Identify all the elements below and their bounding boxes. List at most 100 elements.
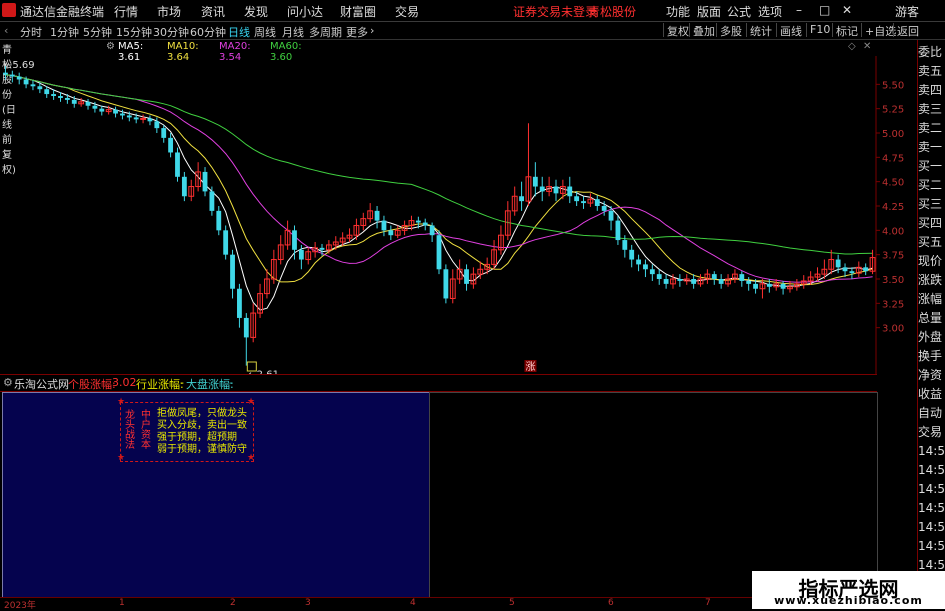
candle bbox=[325, 240, 332, 254]
login-notice[interactable]: 证券交易未登录 bbox=[513, 3, 597, 20]
period-fenshi[interactable]: 分时 bbox=[20, 24, 42, 40]
menu-caifuquan[interactable]: 财富圈 bbox=[340, 3, 376, 20]
btn-fuquan[interactable]: 复权 bbox=[663, 23, 689, 38]
btn-f10[interactable]: F10 bbox=[806, 23, 830, 37]
menu-faxian[interactable]: 发现 bbox=[244, 3, 268, 20]
candle-body bbox=[44, 89, 50, 95]
sidebar-label[interactable]: 买四 bbox=[918, 215, 945, 231]
menu-hangqing[interactable]: 行情 bbox=[114, 3, 138, 20]
minimize-button[interactable]: – bbox=[796, 3, 802, 17]
sidebar-label[interactable]: 买三 bbox=[918, 196, 945, 212]
watermark-title: 指标严选网 bbox=[798, 577, 899, 601]
sidebar-label[interactable]: 交易 bbox=[918, 424, 945, 440]
menu-zixun[interactable]: 资讯 bbox=[201, 3, 225, 20]
btn-diejia[interactable]: 叠加 bbox=[689, 23, 715, 38]
chart-close-icon[interactable]: ✕ bbox=[863, 41, 871, 52]
candle bbox=[230, 249, 235, 299]
settings-gear-icon[interactable]: ⚙ bbox=[106, 41, 115, 52]
app-logo-icon bbox=[2, 3, 16, 17]
indicator-gear-icon[interactable]: ⚙ bbox=[3, 376, 13, 389]
sidebar-label[interactable]: 卖五 bbox=[918, 63, 945, 79]
menu-jiaoyi[interactable]: 交易 bbox=[395, 3, 419, 20]
candle bbox=[787, 280, 793, 293]
candle-body bbox=[539, 186, 545, 192]
period-5min[interactable]: 5分钟 bbox=[83, 24, 112, 40]
candle bbox=[449, 269, 456, 304]
more-chevron-icon[interactable]: › bbox=[370, 24, 374, 37]
sidebar-label[interactable]: 净资 bbox=[918, 367, 945, 383]
menu-xuanxiang[interactable]: 选项 bbox=[758, 3, 782, 20]
menu-banmian[interactable]: 版面 bbox=[697, 3, 721, 20]
sidebar-label[interactable]: 换手 bbox=[918, 348, 945, 364]
period-1min[interactable]: 1分钟 bbox=[50, 24, 79, 40]
sidebar-label[interactable]: 14:56 bbox=[918, 538, 945, 554]
chart-collapse-icon[interactable]: ◇ bbox=[848, 41, 856, 52]
period-weekly[interactable]: 周线 bbox=[254, 24, 276, 40]
candle-body bbox=[133, 117, 139, 120]
candle-body bbox=[753, 283, 758, 289]
candle bbox=[99, 105, 105, 116]
sidebar-label[interactable]: 买一 bbox=[918, 158, 945, 174]
sidebar-label[interactable]: 买二 bbox=[918, 177, 945, 193]
candle bbox=[394, 225, 401, 239]
sidebar-label[interactable]: 收益 bbox=[918, 386, 945, 402]
candle bbox=[691, 274, 697, 289]
sidebar-label[interactable]: 14:56 bbox=[918, 481, 945, 497]
strategy-line-2: 买入分歧，卖出一致 bbox=[157, 420, 247, 431]
btn-biaoji[interactable]: 标记 bbox=[832, 23, 858, 38]
menu-gongshi[interactable]: 公式 bbox=[727, 3, 751, 20]
sidebar-label[interactable]: 外盘 bbox=[918, 329, 945, 345]
sidebar-label[interactable]: 14:56 bbox=[918, 500, 945, 516]
period-multi[interactable]: 多周期 bbox=[309, 24, 342, 40]
sidebar-label[interactable]: 总量 bbox=[918, 310, 945, 326]
candle bbox=[243, 313, 249, 366]
menu-gongneng[interactable]: 功能 bbox=[666, 3, 690, 20]
sidebar-label[interactable]: 14:56 bbox=[918, 462, 945, 478]
sidebar-label[interactable]: 卖一 bbox=[918, 139, 945, 155]
sidebar-label[interactable]: 卖四 bbox=[918, 82, 945, 98]
candle bbox=[429, 222, 435, 243]
indicator-name[interactable]: 乐淘公式网 bbox=[14, 376, 69, 392]
btn-duogu[interactable]: 多股 bbox=[716, 23, 742, 38]
close-button[interactable]: ✕ bbox=[842, 3, 852, 17]
maximize-button[interactable]: □ bbox=[819, 3, 830, 17]
sidebar-label[interactable]: 卖二 bbox=[918, 120, 945, 136]
period-monthly[interactable]: 月线 bbox=[282, 24, 304, 40]
period-30min[interactable]: 30分钟 bbox=[153, 24, 189, 40]
btn-huaxian[interactable]: 画线 bbox=[776, 23, 802, 38]
candle bbox=[374, 206, 380, 229]
period-15min[interactable]: 15分钟 bbox=[116, 24, 152, 40]
industry-gain-label: 行业涨幅: bbox=[136, 378, 184, 391]
watermark: 指标严选网 www.xuezhibiao.com bbox=[752, 571, 945, 609]
sidebar-label[interactable]: 卖三 bbox=[918, 101, 945, 117]
sidebar-label[interactable]: 买五 bbox=[918, 234, 945, 250]
period-daily[interactable]: 日线 bbox=[228, 24, 250, 40]
watermark-url: www.xuezhibiao.com bbox=[774, 594, 923, 607]
sidebar-label[interactable]: 14:56 bbox=[918, 519, 945, 535]
period-more[interactable]: 更多 bbox=[346, 24, 368, 40]
sidebar-label[interactable]: 现价 bbox=[918, 253, 945, 269]
sidebar-label[interactable]: 委比 bbox=[918, 44, 945, 60]
candle bbox=[464, 264, 469, 291]
sidebar-label[interactable]: 自动 bbox=[918, 405, 945, 421]
candle bbox=[154, 117, 160, 133]
menu-shichang[interactable]: 市场 bbox=[157, 3, 181, 20]
candle-body bbox=[429, 225, 435, 236]
menu-wenxiaoda[interactable]: 问小达 bbox=[287, 3, 323, 20]
candle-body bbox=[58, 96, 63, 98]
candle-body bbox=[147, 118, 153, 122]
candle bbox=[147, 115, 153, 126]
candle-body bbox=[85, 101, 91, 106]
collapse-icon[interactable]: ‹ bbox=[4, 24, 8, 37]
period-60min[interactable]: 60分钟 bbox=[190, 24, 226, 40]
sidebar-label[interactable]: 涨幅 bbox=[918, 291, 945, 307]
candle-body bbox=[237, 288, 242, 318]
candle-body bbox=[663, 279, 669, 284]
candle bbox=[581, 196, 586, 209]
price-chart[interactable]: 5.505.255.004.754.504.254.003.753.503.25… bbox=[0, 56, 918, 374]
sidebar-label[interactable]: 14:56 bbox=[918, 443, 945, 459]
candle bbox=[663, 274, 669, 289]
sidebar-label[interactable]: 涨跌 bbox=[918, 272, 945, 288]
btn-tongji[interactable]: 统计 bbox=[746, 23, 772, 38]
time-tick: 4 bbox=[410, 598, 416, 608]
